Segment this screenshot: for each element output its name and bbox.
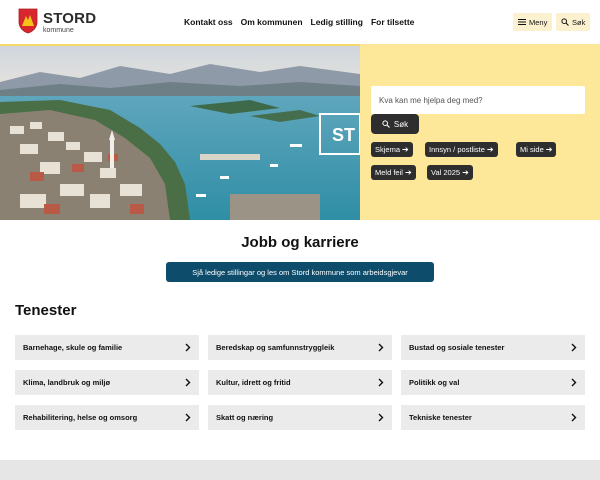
header-search-button[interactable]: Søk [556, 13, 591, 31]
logo-subtitle: kommune [43, 27, 74, 34]
chevron-right-icon [185, 413, 191, 422]
jobb-button[interactable]: Sjå ledige stillingar og les om Stord ko… [166, 262, 434, 282]
hero-section: ST Søk Skjema➔ Innsyn / postliste➔ Mi si… [0, 44, 600, 220]
chevron-right-icon [378, 413, 384, 422]
chevron-right-icon [571, 413, 577, 422]
service-card[interactable]: Bustad og sosiale tenester [401, 335, 585, 360]
quick-link-label: Skjema [375, 145, 401, 154]
service-card-label: Kultur, idrett og fritid [216, 378, 291, 387]
menu-label: Meny [529, 17, 548, 27]
service-card-label: Politikk og val [409, 378, 460, 387]
quick-link-skjema[interactable]: Skjema ➔ [371, 142, 413, 157]
search-icon [561, 18, 569, 26]
hamburger-icon [518, 19, 526, 25]
chevron-right-icon [378, 378, 384, 387]
quick-link-label: Meld feil [375, 168, 403, 177]
tenester-heading: Tenester [15, 302, 77, 319]
service-card-label: Skatt og næring [216, 413, 274, 422]
header-search-label: Søk [572, 17, 586, 27]
service-card[interactable]: Klima, landbruk og miljø [15, 370, 199, 395]
arrow-right-icon: ➔ [402, 145, 409, 154]
quick-link-mi-side[interactable]: Mi side ➔ [516, 142, 557, 157]
nav-om-kommunen[interactable]: Om kommunen [241, 17, 303, 27]
chevron-right-icon [571, 343, 577, 352]
quick-link-innsyn[interactable]: Innsyn / postliste ➔ [425, 142, 498, 157]
service-card[interactable]: Beredskap og samfunnstryggleik [208, 335, 392, 360]
chevron-right-icon [185, 343, 191, 352]
hero-search-button[interactable]: Søk [371, 114, 419, 134]
hero-search-input[interactable] [371, 86, 585, 114]
nav-ledig-stilling[interactable]: Ledig stilling [311, 17, 363, 27]
menu-button[interactable]: Meny [513, 13, 553, 31]
arrow-right-icon: ➔ [545, 145, 553, 154]
main-nav: Kontakt oss Om kommunen Ledig stilling F… [184, 17, 414, 27]
quick-link-label: Mi side [520, 145, 544, 154]
hero-sign-text: ST [332, 125, 355, 145]
chevron-right-icon [571, 378, 577, 387]
service-card[interactable]: Barnehage, skule og familie [15, 335, 199, 360]
service-card-label: Bustad og sosiale tenester [409, 343, 505, 352]
nav-for-tilsette[interactable]: For tilsette [371, 17, 414, 27]
service-card[interactable]: Skatt og næring [208, 405, 392, 430]
service-card-label: Rehabilitering, helse og omsorg [23, 413, 138, 422]
coat-of-arms-icon [18, 8, 38, 34]
jobb-heading: Jobb og karriere [241, 234, 359, 251]
site-header: STORD kommune Kontakt oss Om kommunen Le… [0, 0, 600, 44]
hero-search-field[interactable] [371, 86, 585, 114]
service-card[interactable]: Kultur, idrett og fritid [208, 370, 392, 395]
nav-kontakt-oss[interactable]: Kontakt oss [184, 17, 233, 27]
footer-strip [0, 460, 600, 480]
service-card[interactable]: Tekniske tenester [401, 405, 585, 430]
chevron-right-icon [378, 343, 384, 352]
site-logo[interactable]: STORD kommune [18, 8, 96, 34]
service-card[interactable]: Politikk og val [401, 370, 585, 395]
quick-link-label: Val 2025 [431, 168, 461, 177]
quick-link-meld-feil[interactable]: Meld feil ➔ [371, 165, 416, 180]
hero-image: ST [0, 44, 360, 220]
arrow-right-icon: ➔ [462, 168, 469, 177]
search-icon [382, 120, 390, 128]
service-card-label: Tekniske tenester [409, 413, 472, 422]
hero-search-panel: Søk Skjema➔ Innsyn / postliste➔ Mi side➔… [360, 44, 600, 220]
hero-search-button-label: Søk [393, 119, 409, 129]
quick-link-label: Innsyn / postliste [429, 145, 485, 154]
arrow-right-icon: ➔ [404, 168, 412, 177]
service-card-label: Klima, landbruk og miljø [23, 378, 111, 387]
logo-title: STORD [43, 10, 97, 27]
chevron-right-icon [185, 378, 191, 387]
arrow-right-icon: ➔ [486, 145, 494, 154]
service-card-label: Beredskap og samfunnstryggleik [216, 343, 335, 352]
service-card[interactable]: Rehabilitering, helse og omsorg [15, 405, 199, 430]
service-card-label: Barnehage, skule og familie [23, 343, 123, 352]
quick-link-val-2025[interactable]: Val 2025 ➔ [427, 165, 473, 180]
